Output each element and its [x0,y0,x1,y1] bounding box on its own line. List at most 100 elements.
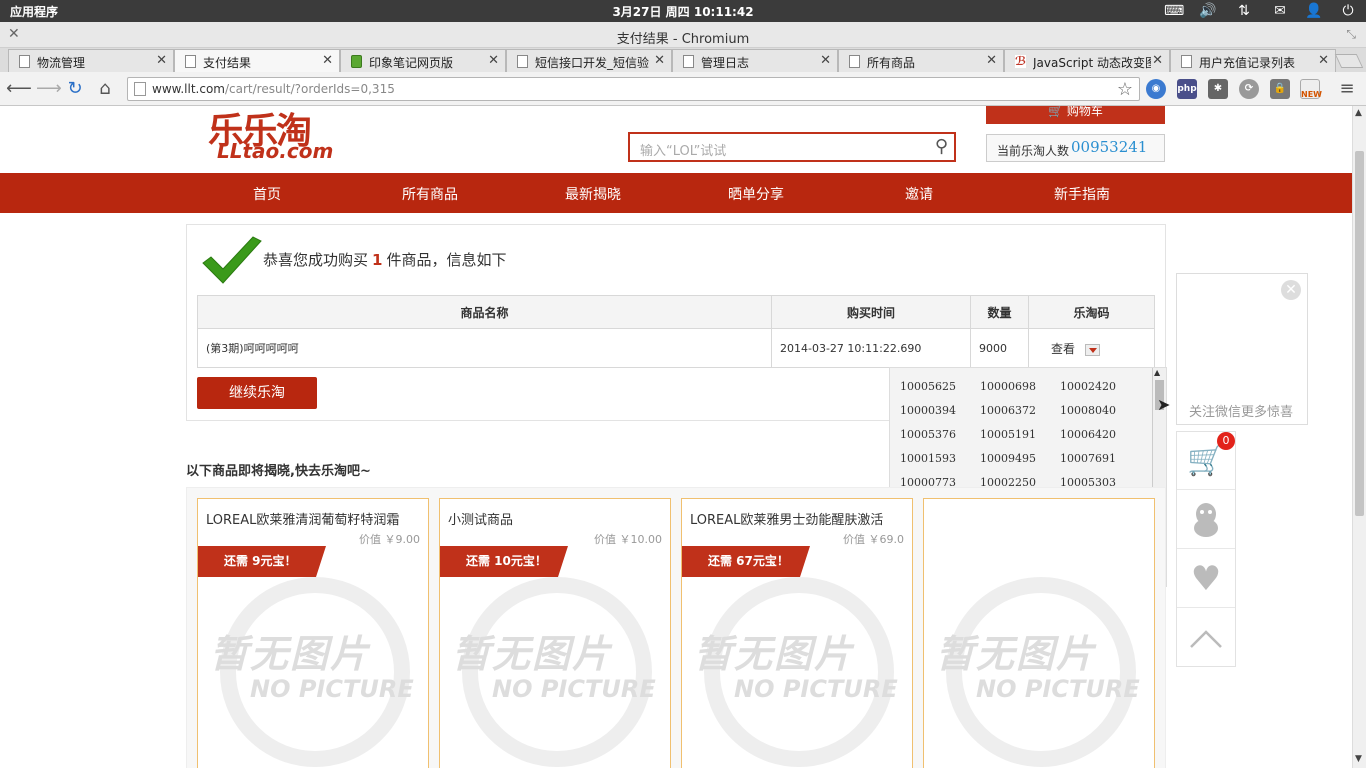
reload-icon[interactable]: ↻ [64,78,86,100]
product-title[interactable]: 小测试商品 [448,509,668,528]
order-table: 商品名称 购买时间 数量 乐淘码 (第3期)呵呵呵呵呵 2014-03-27 1… [197,295,1155,368]
scroll-up-icon[interactable]: ▲ [1355,108,1362,118]
lottery-code: 10005625 [900,380,956,393]
nav-latest-reveal[interactable]: 最新揭晓 [533,184,653,204]
weixin-follow-panel: ✕ 关注微信更多惊喜 [1176,273,1308,425]
user-icon[interactable]: 👤 [1304,2,1324,20]
float-qq-button[interactable] [1177,491,1235,549]
tab-close-icon[interactable]: ✕ [156,53,167,68]
product-card[interactable]: 暂无图片 NO PICTURE [923,498,1155,768]
view-codes-link[interactable]: 查看 [1051,342,1075,356]
new-extension-icon[interactable]: NEW [1300,79,1322,99]
continue-shopping-button[interactable]: 继续乐淘 [197,377,317,409]
float-favorite-button[interactable]: ♥ [1177,550,1235,608]
nav-all-products[interactable]: 所有商品 [370,184,490,204]
page-icon [19,55,30,68]
col-quantity: 数量 [970,295,1029,329]
menu-icon[interactable]: ≡ [1336,78,1358,100]
tab-close-icon[interactable]: ✕ [1152,53,1163,68]
tab-admin-log[interactable]: 管理日志 ✕ [672,49,838,72]
page-scroll-thumb[interactable] [1355,151,1364,516]
system-clock[interactable]: 3月27日 周四 10:11:42 [0,3,1366,20]
page-info-icon[interactable] [134,82,146,96]
mail-icon[interactable]: ✉ [1270,2,1290,20]
sync-extension-icon[interactable]: ⟳ [1239,79,1259,99]
nav-share[interactable]: 晒单分享 [696,184,816,204]
tab-close-icon[interactable]: ✕ [322,53,333,68]
table-header-row: 商品名称 购买时间 数量 乐淘码 [197,295,1155,329]
search-input[interactable]: 输入“LOL”试试 [640,140,726,159]
product-card[interactable]: 小测试商品 价值 ￥10.00 还需 10元宝！ 暂无图片 NO PICTURE [439,498,671,768]
close-icon[interactable]: ✕ [1281,280,1301,300]
tab-recharge-records[interactable]: 用户充值记录列表 ✕ [1170,49,1336,72]
url-path: /cart/result/?orderIds=0,315 [224,82,395,96]
product-card[interactable]: LOREAL欧莱雅清润葡萄籽特润霜 价值 ￥9.00 还需 9元宝！ 暂无图片 … [197,498,429,768]
tab-close-icon[interactable]: ✕ [1318,53,1329,68]
volume-icon[interactable]: 🔊 [1198,2,1218,20]
address-bar[interactable]: www.llt.com/cart/result/?orderIds=0,315 … [127,77,1140,101]
tab-javascript[interactable]: ℬ JavaScript 动态改变图 ✕ [1004,49,1170,72]
success-prefix: 恭喜您成功购买 [263,251,369,269]
lock-extension-icon[interactable]: 🔒 [1270,79,1290,99]
forward-icon[interactable]: ⟶ [36,78,62,100]
cart-button[interactable]: 🛒 购物车 [986,106,1165,124]
upcoming-heading: 以下商品即将揭晓,快去乐淘吧~ [186,464,371,479]
tab-close-icon[interactable]: ✕ [654,53,665,68]
tab-payment-result[interactable]: 支付结果 ✕ [174,49,340,72]
scroll-up-icon[interactable]: ▲ [1154,368,1160,377]
product-price: 价值 ￥69.0 [843,533,904,546]
codes-dropdown-icon[interactable] [1085,343,1101,356]
keyboard-layout-icon[interactable]: ⌨ [1164,2,1184,20]
system-top-bar: 应用程序 3月27日 周四 10:11:42 ⌨ 🔊 ⇅ ✉ 👤 ⏻ [0,0,1366,22]
network-icon[interactable]: ⇅ [1234,2,1254,20]
extension-globe-icon[interactable]: ◉ [1146,79,1166,99]
window-titlebar: ✕ 支付结果 - Chromium ⤡ [0,22,1366,48]
codes-cell: 查看 [1028,328,1155,368]
scroll-down-icon[interactable]: ▼ [1355,754,1362,764]
back-to-top-button[interactable] [1177,609,1235,667]
window-restore-icon[interactable]: ⤡ [1346,27,1356,42]
lottery-code: 10002420 [1060,380,1116,393]
quantity: 9000 [970,328,1029,368]
back-icon[interactable]: ⟵ [6,78,32,100]
url-text[interactable]: www.llt.com/cart/result/?orderIds=0,315 [152,82,395,96]
home-icon[interactable]: ⌂ [94,78,116,100]
page-scrollbar[interactable]: ▲ ▼ [1352,106,1366,768]
nav-invite[interactable]: 邀请 [859,184,979,204]
float-cart-button[interactable]: 🛒 0 [1177,432,1235,490]
new-tab-button[interactable] [1334,54,1364,68]
table-row: (第3期)呵呵呵呵呵 2014-03-27 10:11:22.690 9000 … [197,328,1155,368]
power-icon[interactable]: ⏻ [1338,2,1358,20]
no-picture-en: NO PICTURE [976,675,1140,703]
site-logo-domain[interactable]: LLtao.com [217,139,333,163]
search-box[interactable]: 输入“LOL”试试 ⚲ [628,132,956,162]
tab-evernote[interactable]: 印象笔记网页版 ✕ [340,49,506,72]
cart-icon: 🛒 [1048,106,1067,118]
product-card[interactable]: LOREAL欧莱雅男士劲能醒肤激活 价值 ￥69.0 还需 67元宝！ 暂无图片… [681,498,913,768]
url-host: www.llt.com [152,82,225,96]
page-icon [185,55,196,68]
tab-sms-api[interactable]: 短信接口开发_短信验 ✕ [506,49,672,72]
lottery-code: 10000698 [980,380,1036,393]
cart-count-badge: 0 [1217,432,1235,450]
remaining-badge: 还需 67元宝！ [682,546,810,577]
tab-close-icon[interactable]: ✕ [986,53,997,68]
tab-logistics[interactable]: 物流管理 ✕ [8,49,174,72]
nav-guide[interactable]: 新手指南 [1022,184,1142,204]
tab-close-icon[interactable]: ✕ [820,53,831,68]
product-title[interactable]: LOREAL欧莱雅清润葡萄籽特润霜 [206,509,426,528]
cart-icon: 🛒 [1187,443,1225,478]
php-extension-icon[interactable]: php [1177,79,1197,99]
product-price: 价值 ￥9.00 [359,533,420,546]
tab-all-products[interactable]: 所有商品 ✕ [838,49,1004,72]
bookmark-star-icon[interactable]: ☆ [1117,79,1133,100]
nav-home[interactable]: 首页 [207,184,327,204]
page-icon [683,55,694,68]
search-icon[interactable]: ⚲ [935,136,948,157]
lottery-code: 10001593 [900,452,956,465]
product-title[interactable]: LOREAL欧莱雅男士劲能醒肤激活 [690,509,910,528]
tab-close-icon[interactable]: ✕ [488,53,499,68]
product-name[interactable]: (第3期)呵呵呵呵呵 [197,328,772,368]
applications-menu[interactable]: 应用程序 [10,3,58,20]
evernote-extension-icon[interactable]: ✱ [1208,79,1228,99]
